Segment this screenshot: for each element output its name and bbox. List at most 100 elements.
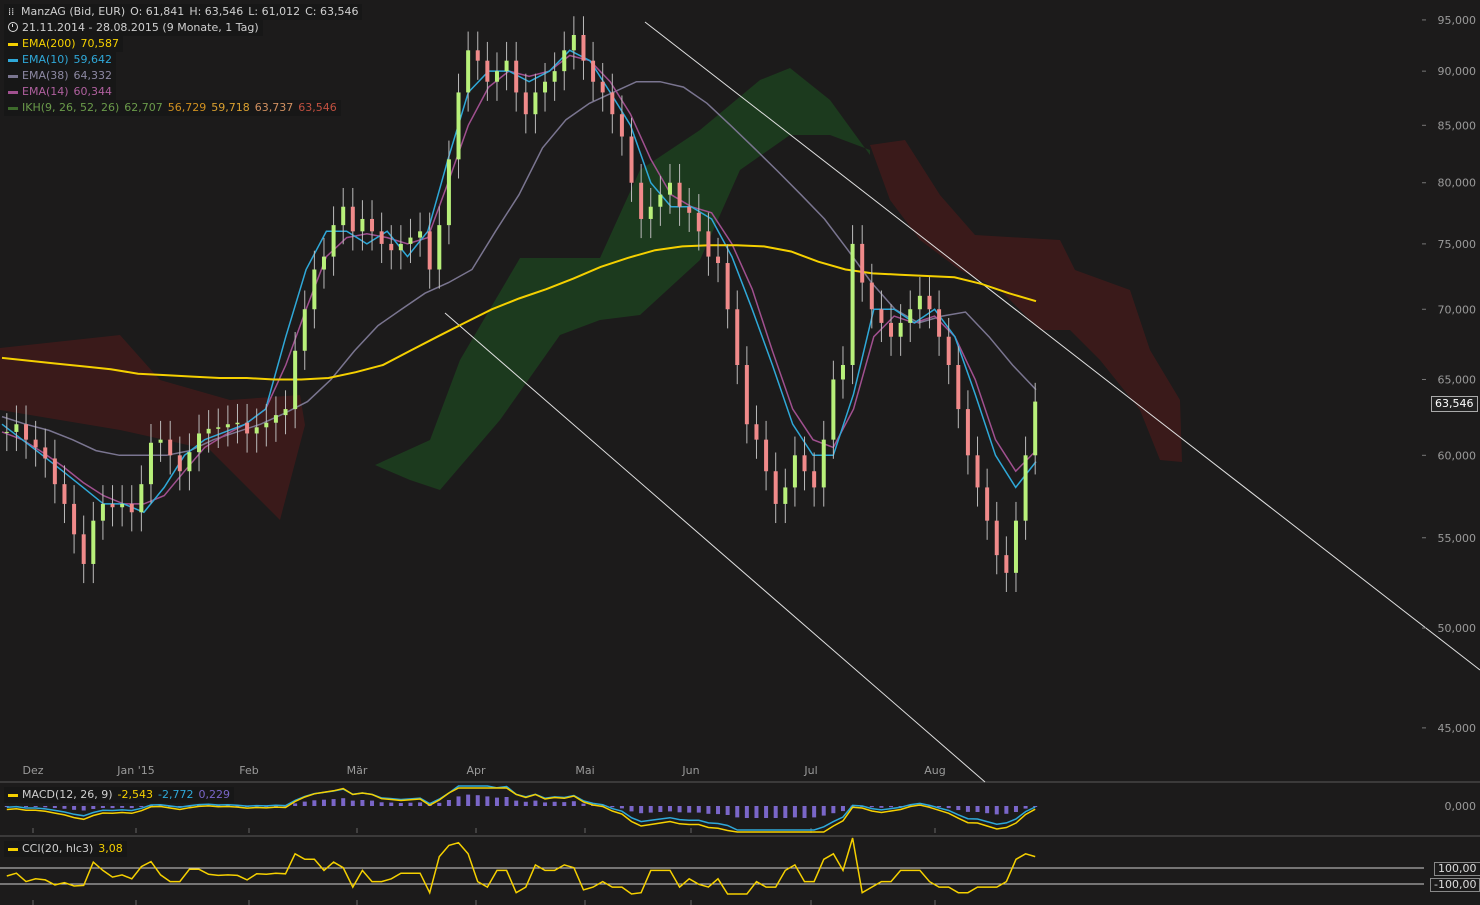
legend-value: 59,642 <box>73 53 113 66</box>
macd-hist-bar <box>418 802 423 806</box>
macd-hist-bar <box>139 806 144 808</box>
candle-body <box>533 92 538 115</box>
candle-body <box>81 534 86 564</box>
candle-body <box>62 484 67 504</box>
candle-body <box>485 60 490 82</box>
candle-body <box>860 243 865 283</box>
candle-body <box>792 455 797 488</box>
candle-body <box>725 263 730 310</box>
cci-swatch <box>8 847 18 851</box>
candle-body <box>398 243 403 251</box>
candle-body <box>216 427 221 429</box>
macd-hist-bar <box>744 806 749 818</box>
macd-hist-bar <box>1013 806 1018 812</box>
candle-body <box>956 365 961 410</box>
candle-body <box>177 455 182 472</box>
y-tick-label: 90,000 <box>1438 65 1477 78</box>
lower-trendline <box>444 312 986 783</box>
candle-body <box>446 159 451 226</box>
macd-hist-bar <box>466 794 471 806</box>
macd-hist-bar <box>571 801 576 806</box>
candle-body <box>197 433 202 453</box>
candle-body <box>812 471 817 488</box>
macd-hist-bar <box>581 803 586 806</box>
macd-hist-bar <box>716 806 721 815</box>
candle-body <box>148 442 153 485</box>
candle-body <box>889 322 894 337</box>
candle-body <box>802 455 807 472</box>
candle-body <box>514 60 519 93</box>
candle-body <box>716 256 721 264</box>
macd-hist-bar <box>456 796 461 806</box>
macd-hist-bar <box>504 797 509 806</box>
legend-label: IKH(9, 26, 52, 26) <box>22 101 120 114</box>
candle-body <box>437 225 442 270</box>
candle-body <box>331 225 336 257</box>
macd-hist-bar <box>735 806 740 818</box>
macd-hist-bar <box>110 806 115 809</box>
close-value: C: 63,546 <box>305 5 359 18</box>
macd-hist-bar <box>879 806 884 808</box>
legend-value: 70,587 <box>80 37 120 50</box>
macd-hist-bar <box>437 802 442 806</box>
macd-hist-value: 0,229 <box>198 788 230 801</box>
last-price-tag: 63,546 <box>1431 396 1478 412</box>
macd-hist-bar <box>514 800 519 806</box>
y-tick-label: 85,000 <box>1438 119 1477 132</box>
legend-swatch <box>8 74 18 78</box>
macd-hist-bar <box>341 798 346 806</box>
macd-hist-bar <box>610 806 615 808</box>
candle-body <box>937 309 942 337</box>
candle-body <box>629 136 634 183</box>
candle-body <box>994 520 999 556</box>
macd-hist-bar <box>446 800 451 806</box>
candle-body <box>379 231 384 244</box>
cci-label: CCI(20, hlc3) <box>22 842 94 855</box>
macd-hist-bar <box>985 806 990 814</box>
candle-body <box>24 424 29 440</box>
macd-legend: MACD(12, 26, 9) -2,543 -2,772 0,229 <box>4 787 234 803</box>
candle-body <box>475 50 480 61</box>
macd-hist-bar <box>629 806 634 812</box>
price-chart[interactable]: 45,000 50,000 55,000 60,000 65,000 70,000 75,0… <box>0 0 1480 905</box>
legend-item: EMA(10) 59,642 <box>4 52 117 68</box>
candle-body <box>129 503 134 513</box>
candle-body <box>350 206 355 232</box>
candle-body <box>898 322 903 337</box>
candle-body <box>581 35 586 61</box>
macd-hist-bar <box>543 802 548 806</box>
candle-body <box>1013 520 1018 573</box>
macd-hist-bar <box>533 800 538 806</box>
candle-body <box>927 295 932 310</box>
candle-body <box>504 60 509 72</box>
y-tick-label: 70,000 <box>1438 303 1477 316</box>
candle-body <box>100 503 105 521</box>
candle-body <box>370 218 375 232</box>
candle-body <box>850 243 855 366</box>
legend-item: EMA(14) 60,344 <box>4 84 117 100</box>
macd-hist-bar <box>485 796 490 806</box>
low-value: L: 61,012 <box>248 5 301 18</box>
macd-hist-bar <box>677 806 682 813</box>
candle-body <box>245 422 250 434</box>
candle-body <box>225 424 230 428</box>
cci-value: 3,08 <box>98 842 123 855</box>
legend-item: IKH(9, 26, 52, 26) 62,707 56,729 59,718 63,7… <box>4 100 341 116</box>
macd-hist-bar <box>331 799 336 806</box>
x-tick-label: Feb <box>239 764 258 777</box>
x-tick-label: Jul <box>803 764 817 777</box>
candle-body <box>687 206 692 213</box>
candle-body <box>610 92 615 115</box>
macd-hist-bar <box>360 800 365 806</box>
x-tick-label: Mär <box>347 764 368 777</box>
x-tick-label: Mai <box>575 764 594 777</box>
cci-panel <box>0 837 1424 895</box>
macd-hist-bar <box>552 801 557 806</box>
legend-value: 59,718 <box>211 101 250 114</box>
macd-hist-bar <box>494 797 499 806</box>
macd-hist-bar <box>62 806 67 809</box>
macd-hist-bar <box>562 802 567 806</box>
macd-hist-bar <box>24 806 29 807</box>
legend-swatch <box>8 90 18 94</box>
macd-hist-bar <box>889 806 894 808</box>
